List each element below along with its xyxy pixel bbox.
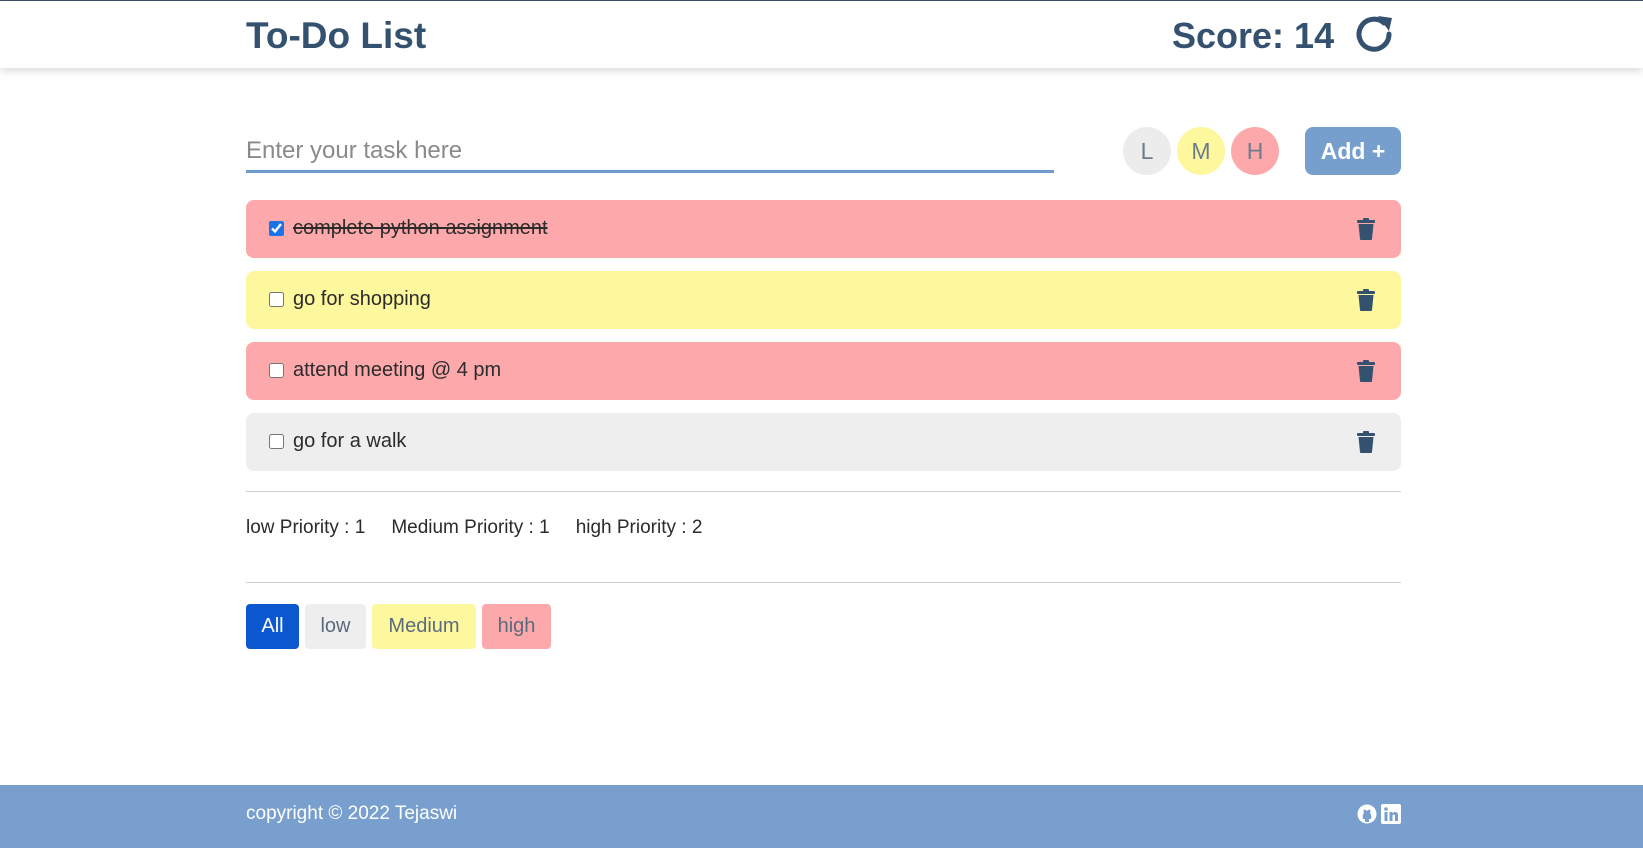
task-checkbox[interactable] — [269, 292, 284, 307]
linkedin-icon[interactable] — [1381, 804, 1401, 824]
trash-icon[interactable] — [1357, 360, 1375, 382]
task-checkbox[interactable] — [269, 434, 284, 449]
add-task-button[interactable]: Add + — [1305, 127, 1401, 175]
priority-medium-button[interactable]: M — [1177, 127, 1225, 175]
filter-medium-button[interactable]: Medium — [372, 604, 476, 649]
task-text: complete python assignment — [293, 217, 548, 239]
filter-bar: All low Medium high — [246, 604, 557, 649]
trash-icon[interactable] — [1357, 218, 1375, 240]
refresh-icon[interactable] — [1354, 14, 1396, 56]
task-item: complete python assignment — [246, 200, 1401, 258]
task-item: go for shopping — [246, 271, 1401, 329]
task-checkbox[interactable] — [269, 363, 284, 378]
social-links — [1357, 804, 1401, 824]
score-display: Score: 14 — [1172, 15, 1335, 56]
high-priority-count: high Priority : 2 — [575, 517, 703, 538]
copyright-text: copyright © 2022 Tejaswi — [246, 803, 458, 824]
low-priority-count: low Priority : 1 — [246, 517, 366, 538]
app-title: To-Do List — [246, 15, 427, 56]
task-text: go for a walk — [293, 430, 407, 452]
task-item: attend meeting @ 4 pm — [246, 342, 1401, 400]
task-text: go for shopping — [293, 288, 431, 310]
top-navbar: To-Do List Score: 14 — [0, 1, 1643, 68]
filter-low-button[interactable]: low — [305, 604, 366, 649]
task-list: complete python assignment go for shoppi… — [246, 200, 1401, 484]
task-input[interactable] — [246, 131, 1054, 173]
footer: copyright © 2022 Tejaswi — [0, 785, 1643, 848]
github-icon[interactable] — [1357, 804, 1377, 824]
trash-icon[interactable] — [1357, 289, 1375, 311]
trash-icon[interactable] — [1357, 431, 1375, 453]
task-item: go for a walk — [246, 413, 1401, 471]
medium-priority-count: Medium Priority : 1 — [391, 517, 550, 538]
task-checkbox[interactable] — [269, 221, 284, 236]
priority-high-button[interactable]: H — [1231, 127, 1279, 175]
filter-high-button[interactable]: high — [482, 604, 551, 649]
priority-low-button[interactable]: L — [1123, 127, 1171, 175]
priority-counts: low Priority : 1 Medium Priority : 1 hig… — [246, 517, 728, 539]
divider — [246, 491, 1401, 492]
task-text: attend meeting @ 4 pm — [293, 359, 502, 381]
divider — [246, 582, 1401, 583]
filter-all-button[interactable]: All — [246, 604, 299, 649]
